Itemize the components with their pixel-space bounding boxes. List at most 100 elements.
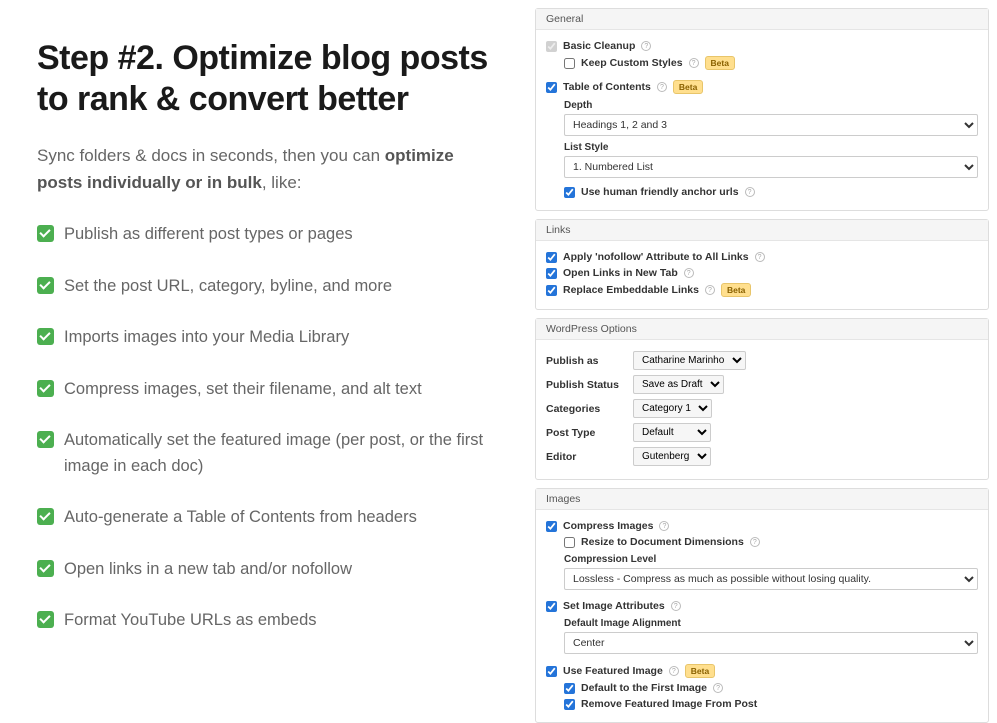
check-icon: [37, 431, 54, 448]
row-replace-embed: Replace Embeddable Links ? Beta: [546, 283, 978, 297]
row-post-type: Post Type Default: [546, 423, 978, 442]
row-set-attrs: Set Image Attributes ?: [546, 600, 978, 612]
replace-embed-checkbox[interactable]: [546, 285, 557, 296]
help-icon[interactable]: ?: [671, 601, 681, 611]
panel-header-links: Links: [536, 220, 988, 241]
toc-checkbox[interactable]: [546, 82, 557, 93]
remove-featured-label: Remove Featured Image From Post: [581, 698, 757, 710]
row-basic-cleanup: Basic Cleanup ?: [546, 40, 978, 52]
list-item: Format YouTube URLs as embeds: [37, 608, 497, 634]
help-icon[interactable]: ?: [750, 537, 760, 547]
compression-level-select[interactable]: Lossless - Compress as much as possible …: [564, 568, 978, 590]
row-nofollow: Apply 'nofollow' Attribute to All Links …: [546, 251, 978, 263]
default-first-checkbox[interactable]: [564, 683, 575, 694]
page-title: Step #2. Optimize blog posts to rank & c…: [37, 38, 497, 120]
row-friendly-urls: Use human friendly anchor urls ?: [564, 186, 978, 198]
feature-text: Compress images, set their filename, and…: [64, 377, 422, 403]
new-tab-checkbox[interactable]: [546, 268, 557, 279]
beta-badge: Beta: [685, 664, 715, 678]
toc-label: Table of Contents: [563, 81, 651, 93]
list-item: Auto-generate a Table of Contents from h…: [37, 505, 497, 531]
check-icon: [37, 560, 54, 577]
keep-custom-styles-label: Keep Custom Styles: [581, 57, 683, 69]
help-icon[interactable]: ?: [745, 187, 755, 197]
set-attrs-checkbox[interactable]: [546, 601, 557, 612]
settings-column: General Basic Cleanup ? Keep Custom Styl…: [507, 0, 997, 679]
row-editor: Editor Gutenberg: [546, 447, 978, 466]
default-first-label: Default to the First Image: [581, 682, 707, 694]
friendly-urls-label: Use human friendly anchor urls: [581, 186, 739, 198]
set-attrs-label: Set Image Attributes: [563, 600, 665, 612]
row-remove-featured: Remove Featured Image From Post: [564, 698, 978, 710]
help-icon[interactable]: ?: [669, 666, 679, 676]
feature-text: Automatically set the featured image (pe…: [64, 428, 497, 479]
intro-text: Sync folders & docs in seconds, then you…: [37, 142, 497, 196]
default-align-label: Default Image Alignment: [564, 618, 978, 629]
row-new-tab: Open Links in New Tab ?: [546, 267, 978, 279]
check-icon: [37, 328, 54, 345]
row-toc: Table of Contents ? Beta: [546, 80, 978, 94]
feature-text: Format YouTube URLs as embeds: [64, 608, 317, 634]
categories-select[interactable]: Category 1: [633, 399, 712, 418]
depth-select[interactable]: Headings 1, 2 and 3: [564, 114, 978, 136]
row-default-first: Default to the First Image ?: [564, 682, 978, 694]
panel-body: Publish as Catharine Marinho Publish Sta…: [536, 340, 988, 479]
help-icon[interactable]: ?: [659, 521, 669, 531]
help-icon[interactable]: ?: [657, 82, 667, 92]
list-item: Imports images into your Media Library: [37, 325, 497, 351]
help-icon[interactable]: ?: [684, 268, 694, 278]
panel-body: Basic Cleanup ? Keep Custom Styles ? Bet…: [536, 30, 988, 210]
check-icon: [37, 380, 54, 397]
publish-status-select[interactable]: Save as Draft: [633, 375, 724, 394]
help-icon[interactable]: ?: [689, 58, 699, 68]
post-type-select[interactable]: Default: [633, 423, 711, 442]
help-icon[interactable]: ?: [705, 285, 715, 295]
publish-as-select[interactable]: Catharine Marinho: [633, 351, 746, 370]
panel-wordpress: WordPress Options Publish as Catharine M…: [535, 318, 989, 480]
use-featured-label: Use Featured Image: [563, 665, 663, 677]
row-publish-status: Publish Status Save as Draft: [546, 375, 978, 394]
new-tab-label: Open Links in New Tab: [563, 267, 678, 279]
basic-cleanup-checkbox[interactable]: [546, 41, 557, 52]
panel-header-wordpress: WordPress Options: [536, 319, 988, 340]
basic-cleanup-label: Basic Cleanup: [563, 40, 635, 52]
check-icon: [37, 611, 54, 628]
use-featured-checkbox[interactable]: [546, 666, 557, 677]
friendly-urls-checkbox[interactable]: [564, 187, 575, 198]
intro-plain: Sync folders & docs in seconds, then you…: [37, 146, 385, 165]
check-icon: [37, 225, 54, 242]
list-item: Open links in a new tab and/or nofollow: [37, 557, 497, 583]
help-icon[interactable]: ?: [713, 683, 723, 693]
nofollow-label: Apply 'nofollow' Attribute to All Links: [563, 251, 749, 263]
panel-links: Links Apply 'nofollow' Attribute to All …: [535, 219, 989, 310]
beta-badge: Beta: [673, 80, 703, 94]
compress-checkbox[interactable]: [546, 521, 557, 532]
row-use-featured: Use Featured Image ? Beta: [546, 664, 978, 678]
compression-level-label: Compression Level: [564, 554, 978, 565]
list-item: Set the post URL, category, byline, and …: [37, 274, 497, 300]
list-style-label: List Style: [564, 142, 978, 153]
help-icon[interactable]: ?: [755, 252, 765, 262]
feature-text: Auto-generate a Table of Contents from h…: [64, 505, 417, 531]
categories-label: Categories: [546, 403, 621, 415]
default-align-select[interactable]: Center: [564, 632, 978, 654]
row-publish-as: Publish as Catharine Marinho: [546, 351, 978, 370]
editor-select[interactable]: Gutenberg: [633, 447, 711, 466]
replace-embed-label: Replace Embeddable Links: [563, 284, 699, 296]
list-item: Publish as different post types or pages: [37, 222, 497, 248]
remove-featured-checkbox[interactable]: [564, 699, 575, 710]
beta-badge: Beta: [705, 56, 735, 70]
row-keep-custom-styles: Keep Custom Styles ? Beta: [564, 56, 978, 70]
resize-checkbox[interactable]: [564, 537, 575, 548]
list-style-select[interactable]: 1. Numbered List: [564, 156, 978, 178]
keep-custom-styles-checkbox[interactable]: [564, 58, 575, 69]
intro-after: , like:: [262, 173, 302, 192]
nofollow-checkbox[interactable]: [546, 252, 557, 263]
help-icon[interactable]: ?: [641, 41, 651, 51]
publish-status-label: Publish Status: [546, 379, 621, 391]
compress-label: Compress Images: [563, 520, 653, 532]
check-icon: [37, 277, 54, 294]
row-compress: Compress Images ?: [546, 520, 978, 532]
panel-body: Compress Images ? Resize to Document Dim…: [536, 510, 988, 722]
marketing-copy: Step #2. Optimize blog posts to rank & c…: [0, 0, 507, 679]
